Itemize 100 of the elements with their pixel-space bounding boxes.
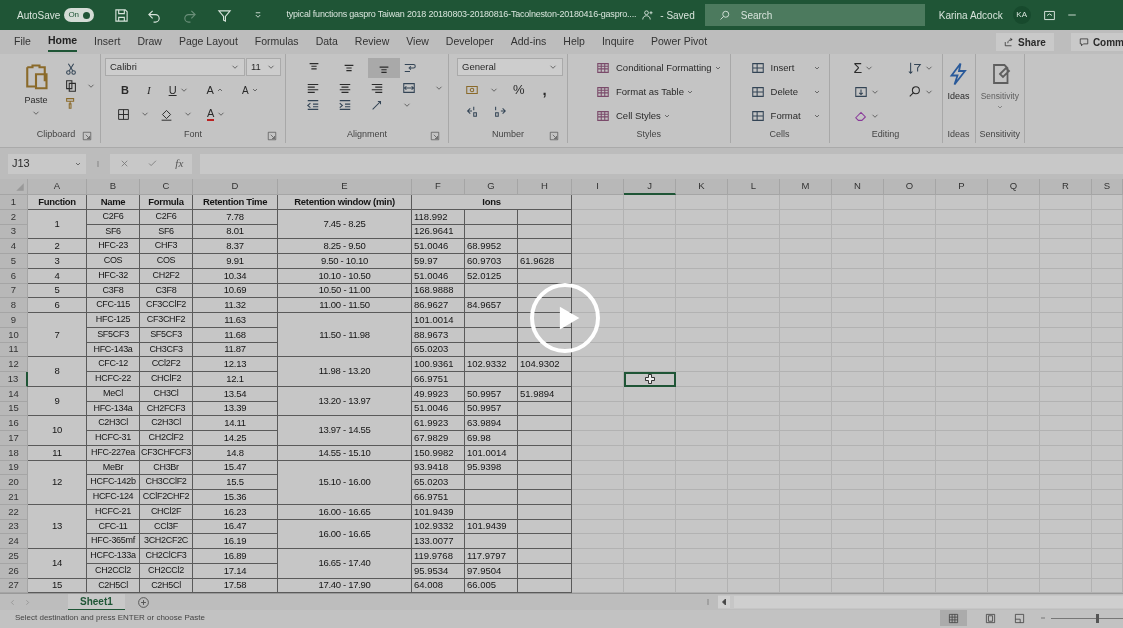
column-header[interactable]: E: [278, 179, 412, 195]
fill-color-icon[interactable]: [160, 107, 173, 121]
autosum-button[interactable]: Σ: [849, 58, 884, 78]
dialog-launcher-icon[interactable]: [82, 131, 92, 141]
cell-styles-button[interactable]: Cell Styles: [592, 106, 726, 126]
row-header[interactable]: 9: [0, 313, 28, 328]
menu-tab[interactable]: Data: [315, 32, 338, 52]
user-name[interactable]: Karina Adcock: [938, 7, 1003, 23]
font-name-field[interactable]: Calibri: [105, 58, 245, 76]
row-header[interactable]: 20: [0, 475, 28, 490]
align-left-icon[interactable]: [306, 81, 320, 95]
delete-button[interactable]: Delete: [746, 82, 825, 102]
column-header[interactable]: O: [884, 179, 936, 195]
page-layout-view-icon[interactable]: [985, 612, 996, 624]
row-header[interactable]: 4: [0, 239, 28, 254]
grow-font-button[interactable]: A: [202, 80, 228, 100]
row-header[interactable]: 1: [0, 195, 28, 210]
share-button[interactable]: Share: [996, 33, 1054, 51]
menu-tab[interactable]: Formulas: [254, 32, 299, 52]
menu-tab[interactable]: Help: [563, 32, 585, 52]
column-header[interactable]: D: [193, 179, 278, 195]
orientation-icon[interactable]: [370, 98, 384, 112]
save-icon[interactable]: [114, 7, 130, 23]
add-sheet-icon[interactable]: [136, 595, 150, 609]
currency-icon[interactable]: [465, 83, 479, 97]
row-header[interactable]: 21: [0, 490, 28, 505]
column-header[interactable]: I: [572, 179, 624, 195]
increase-decimal-icon[interactable]: [465, 104, 479, 118]
caret-icon[interactable]: [812, 88, 821, 96]
vertical-align-button[interactable]: [368, 58, 400, 78]
menu-tab[interactable]: Power Pivot: [651, 32, 708, 52]
font-color-button[interactable]: A: [203, 104, 231, 124]
menu-tab[interactable]: Add-ins: [510, 32, 547, 52]
menu-tab[interactable]: Home: [47, 32, 78, 52]
filter-icon[interactable]: [217, 7, 233, 23]
column-header[interactable]: A: [28, 179, 87, 195]
menu-tab[interactable]: File: [14, 32, 31, 52]
menu-tab[interactable]: Review: [354, 32, 390, 52]
column-header[interactable]: J: [624, 179, 676, 195]
wrap-text-icon[interactable]: [403, 61, 417, 75]
play-button[interactable]: [530, 283, 600, 353]
row-header[interactable]: 17: [0, 431, 28, 446]
zoom-slider-thumb[interactable]: [1096, 613, 1100, 623]
italic-button[interactable]: I: [142, 80, 155, 100]
bold-button[interactable]: B: [117, 80, 133, 100]
caret-icon[interactable]: [250, 86, 259, 94]
row-header[interactable]: 16: [0, 416, 28, 431]
column-header[interactable]: R: [1040, 179, 1092, 195]
menu-tab[interactable]: Inquire: [601, 32, 635, 52]
format-button[interactable]: Format: [746, 106, 825, 126]
row-header[interactable]: 12: [0, 357, 28, 372]
borders-icon[interactable]: [117, 107, 130, 121]
align-center-icon[interactable]: [338, 81, 352, 95]
column-header[interactable]: G: [465, 179, 518, 195]
number-format-field[interactable]: General: [457, 58, 563, 76]
column-header[interactable]: K: [676, 179, 728, 195]
decrease-indent-icon[interactable]: [306, 98, 320, 112]
user-avatar[interactable]: KA: [1012, 6, 1031, 24]
dialog-launcher-icon[interactable]: [267, 131, 277, 141]
column-header[interactable]: B: [87, 179, 140, 195]
ideas-button[interactable]: Ideas: [946, 58, 971, 104]
sheet-tab[interactable]: Sheet1: [68, 593, 125, 611]
comments-button[interactable]: Comm: [1070, 33, 1123, 51]
align-right-icon[interactable]: [370, 81, 384, 95]
menu-tab[interactable]: Page Layout: [178, 32, 238, 52]
caret-icon[interactable]: [685, 88, 694, 96]
shrink-font-button[interactable]: A: [237, 80, 263, 100]
search-field[interactable]: Search: [704, 4, 925, 26]
ribbon-display-icon[interactable]: [1042, 8, 1056, 22]
normal-view-icon[interactable]: [948, 612, 959, 624]
percent-button[interactable]: %: [509, 80, 529, 100]
caret-icon[interactable]: [812, 64, 821, 72]
decrease-decimal-icon[interactable]: [493, 104, 507, 118]
row-header[interactable]: 25: [0, 549, 28, 564]
check-icon[interactable]: [147, 158, 158, 169]
row-header[interactable]: 5: [0, 254, 28, 269]
scissors-icon[interactable]: [64, 62, 78, 76]
comma-button[interactable]: ,: [538, 80, 551, 100]
increase-indent-icon[interactable]: [338, 98, 352, 112]
font-size-field[interactable]: 11: [246, 58, 281, 76]
insert-button[interactable]: Insert: [746, 58, 825, 78]
page-break-view-icon[interactable]: [1014, 612, 1025, 624]
autosave-toggle[interactable]: On: [64, 8, 95, 22]
column-header[interactable]: M: [780, 179, 832, 195]
column-header[interactable]: N: [832, 179, 884, 195]
menu-tab[interactable]: Draw: [137, 32, 162, 52]
paste-button[interactable]: Paste: [16, 58, 56, 118]
caret-icon[interactable]: [812, 112, 821, 120]
underline-button[interactable]: U: [164, 80, 193, 100]
dialog-launcher-icon[interactable]: [549, 131, 559, 141]
scroll-left-icon[interactable]: [718, 596, 730, 608]
name-box[interactable]: J13: [8, 153, 86, 174]
dialog-launcher-icon[interactable]: [430, 131, 440, 141]
active-cell[interactable]: [624, 372, 676, 387]
column-header[interactable]: F: [412, 179, 465, 195]
row-header[interactable]: 13: [0, 372, 28, 387]
column-header[interactable]: L: [728, 179, 780, 195]
merge-cells-icon[interactable]: [402, 81, 416, 95]
caret-icon[interactable]: [713, 64, 722, 72]
insert-function-button[interactable]: fx: [175, 155, 184, 172]
